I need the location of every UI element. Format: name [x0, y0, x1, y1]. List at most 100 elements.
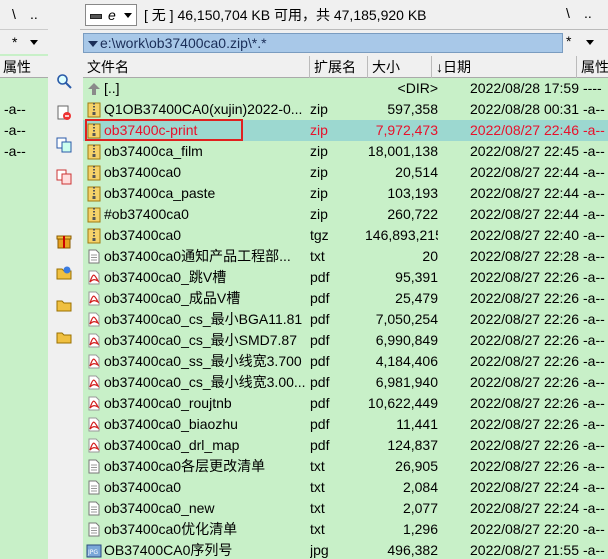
file-row[interactable]: ob37400ca0_biaozhu pdf 11,441 2022/08/27 22…	[83, 414, 608, 435]
svg-text:JPG: JPG	[87, 549, 98, 556]
file-attr: -a--	[583, 521, 605, 537]
search-icon[interactable]	[55, 72, 73, 90]
file-row[interactable]: ob37400ca0_roujtnb pdf 10,622,449 2022/08/2…	[83, 393, 608, 414]
file-row[interactable]: ob37400ca_film zip 18,001,138 2022/08/27 22…	[83, 141, 608, 162]
file-row[interactable]: ob37400ca0_drl_map pdf 124,837 2022/08/27 2…	[83, 435, 608, 456]
file-date: 2022/08/27 22:26	[470, 269, 579, 285]
file-ext: pdf	[310, 395, 330, 411]
file-name: #ob37400ca0	[104, 206, 189, 222]
file-date: 2022/08/27 22:46	[470, 122, 579, 138]
file-ext: pdf	[310, 374, 330, 390]
file-size: 2,084	[402, 479, 438, 495]
file-row[interactable]: Q1OB37400CA0(xujin)2022-0... zip 597,358 20…	[83, 99, 608, 120]
left-filter-label[interactable]: *	[12, 34, 17, 50]
zip-icon	[86, 225, 102, 246]
filter-dropdown-icon[interactable]	[586, 40, 594, 45]
file-date: 2022/08/28 00:31	[470, 101, 579, 117]
file-row[interactable]: ob37400ca0各层更改清单 txt 26,905 2022/08/27 22:2…	[83, 456, 608, 477]
file-size: 6,990,849	[375, 332, 438, 348]
file-size: 11,441	[396, 416, 438, 432]
drive-icon	[90, 14, 102, 19]
left-up-button[interactable]: ..	[30, 6, 38, 22]
file-row[interactable]: ob37400ca0_跳V槽 pdf 95,391 2022/08/27 22:26-…	[83, 267, 608, 288]
pdf-icon	[86, 309, 102, 330]
folder-icon[interactable]	[55, 296, 73, 314]
file-size: 260,722	[387, 206, 438, 222]
file-row[interactable]: ob37400ca0通知产品工程部... txt 20 2022/08/27 22:2…	[83, 246, 608, 267]
file-name: OB37400CA0序列号	[104, 542, 233, 558]
file-name: ob37400ca0_成品V槽	[104, 290, 241, 306]
file-ext: pdf	[310, 353, 330, 369]
left-root-button[interactable]: \	[12, 6, 16, 22]
file-attr: -a--	[583, 395, 605, 411]
file-row[interactable]: ob37400ca0优化清单 txt 1,296 2022/08/27 22:20 -a…	[83, 519, 608, 540]
file-attr: -a--	[583, 500, 605, 516]
drive-letter: e	[108, 7, 116, 23]
path-history-icon[interactable]	[88, 41, 98, 47]
file-row[interactable]: ob37400ca0_new txt 2,077 2022/08/27 22:24 -a…	[83, 498, 608, 519]
current-path[interactable]: e:\work\ob37400ca0.zip\*.*	[83, 33, 563, 53]
file-row[interactable]: ob37400ca0_cs_最小线宽3.00... pdf 6,981,940 202…	[83, 372, 608, 393]
column-date[interactable]: ↓日期	[432, 56, 577, 78]
file-ext: jpg	[310, 542, 329, 558]
left-attr-header[interactable]: 属性	[0, 56, 48, 78]
file-row[interactable]: ob37400ca0_成品V槽 pdf 25,479 2022/08/27 22:26…	[83, 288, 608, 309]
file-attr: ----	[583, 80, 602, 96]
column-ext[interactable]: 扩展名	[310, 56, 368, 78]
zip-icon	[86, 162, 102, 183]
folder-icon[interactable]	[55, 328, 73, 346]
file-row[interactable]: ob37400ca0_cs_最小SMD7.87 pdf 6,990,849 2022/…	[83, 330, 608, 351]
left-row-attr[interactable]: -a--	[0, 141, 48, 162]
left-filter-dropdown-icon[interactable]	[30, 40, 38, 45]
right-root-button[interactable]: \	[566, 5, 570, 21]
file-row[interactable]: ob37400ca0_ss_最小线宽3.700 pdf 4,184,406 2022/…	[83, 351, 608, 372]
file-attr: -a--	[583, 185, 605, 201]
file-row[interactable]: ob37400ca0 tgz 146,893,215 2022/08/27 22:40…	[83, 225, 608, 246]
chevron-down-icon[interactable]	[124, 13, 132, 18]
file-attr: -a--	[583, 122, 605, 138]
file-size: 10,622,449	[367, 395, 438, 411]
file-row[interactable]: [..] <DIR> 2022/08/28 17:59 ----	[83, 78, 608, 99]
file-row[interactable]: ob37400ca_paste zip 103,193 2022/08/27 22:4…	[83, 183, 608, 204]
copy-icon[interactable]	[55, 136, 73, 154]
file-attr: -a--	[583, 311, 605, 327]
file-size: 4,184,406	[375, 353, 438, 369]
file-attr: -a--	[583, 164, 605, 180]
right-filter-label[interactable]: *	[566, 33, 571, 49]
file-ext: tgz	[310, 227, 329, 243]
file-ext: txt	[310, 248, 325, 264]
column-name[interactable]: 文件名	[83, 56, 310, 78]
file-date: 2022/08/27 22:40	[470, 227, 579, 243]
file-ext: pdf	[310, 269, 330, 285]
column-size[interactable]: 大小	[368, 56, 432, 78]
file-name: ob37400ca0_cs_最小SMD7.87	[104, 332, 298, 348]
file-row[interactable]: ob37400ca0 txt 2,084 2022/08/27 22:24 -a--	[83, 477, 608, 498]
pdf-icon	[86, 330, 102, 351]
pack-icon[interactable]	[55, 232, 73, 250]
zip-icon	[86, 141, 102, 162]
file-size: 18,001,138	[367, 143, 438, 159]
file-name: ob37400ca0_跳V槽	[104, 269, 227, 285]
left-panel-filter: *	[0, 30, 48, 54]
right-up-button[interactable]: ..	[584, 5, 592, 21]
drive-select[interactable]: e	[85, 4, 137, 26]
column-attr[interactable]: 属性	[577, 56, 608, 78]
left-row-attr[interactable]: -a--	[0, 99, 48, 120]
file-row[interactable]: ob37400ca0_cs_最小BGA11.81 pdf 7,050,254 2022…	[83, 309, 608, 330]
new-folder-icon[interactable]	[55, 264, 73, 282]
pdf-icon	[86, 414, 102, 435]
file-size: 146,893,215	[365, 227, 438, 243]
file-date: 2022/08/27 22:26	[470, 374, 579, 390]
file-date: 2022/08/27 22:24	[470, 479, 579, 495]
file-row[interactable]: #ob37400ca0 zip 260,722 2022/08/27 22:44 -a-…	[83, 204, 608, 225]
file-row[interactable]: ob37400ca0 zip 20,514 2022/08/27 22:44 -a--	[83, 162, 608, 183]
left-row-attr[interactable]: -a--	[0, 120, 48, 141]
file-name: [..]	[104, 80, 120, 96]
file-date: 2022/08/27 21:55	[470, 542, 579, 558]
file-ext: pdf	[310, 416, 330, 432]
move-icon[interactable]	[55, 168, 73, 186]
file-date: 2022/08/27 22:26	[470, 311, 579, 327]
file-row[interactable]: JPG OB37400CA0序列号 jpg 496,382 2022/08/27 21:…	[83, 540, 608, 559]
multi-rename-icon[interactable]	[55, 104, 73, 122]
file-name: ob37400ca0_biaozhu	[104, 416, 238, 432]
